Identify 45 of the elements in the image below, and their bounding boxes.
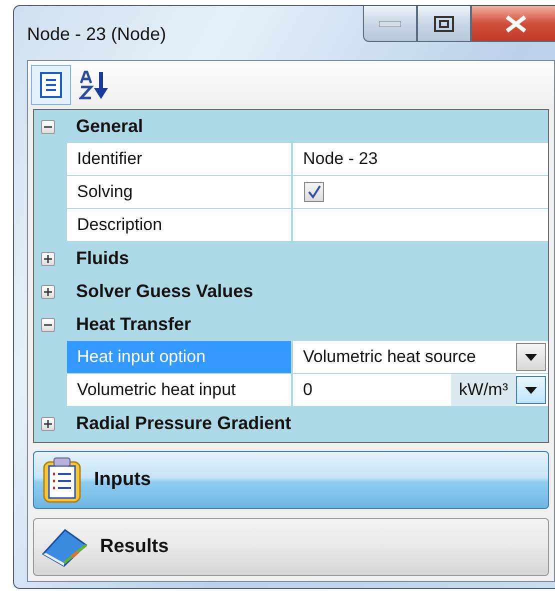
category-heading: Solver Guess Values bbox=[76, 281, 254, 302]
category-heading: Radial Pressure Gradient bbox=[76, 413, 292, 434]
value-cell[interactable] bbox=[293, 176, 548, 208]
unit-dropdown-button[interactable] bbox=[516, 376, 546, 404]
minimize-button[interactable] bbox=[363, 6, 417, 42]
collapse-toggle[interactable] bbox=[41, 120, 55, 134]
plus-icon bbox=[44, 420, 52, 428]
expand-toggle[interactable] bbox=[41, 416, 55, 430]
window-title: Node - 23 (Node) bbox=[27, 24, 168, 45]
toolbar-button[interactable] bbox=[31, 65, 71, 105]
caret-icon bbox=[525, 354, 537, 360]
categorized-list-icon bbox=[40, 72, 62, 98]
close-icon bbox=[504, 14, 528, 32]
sort-ascending-icon bbox=[79, 70, 111, 100]
book-icon bbox=[42, 527, 88, 567]
category-heading: General bbox=[76, 116, 144, 137]
property-label[interactable]: Description bbox=[67, 209, 293, 241]
category-heading: Fluids bbox=[76, 248, 129, 269]
dropdown-value: Volumetric heat source bbox=[302, 347, 477, 367]
unit-label: kW/m³ bbox=[450, 374, 516, 406]
property-value: Node - 23 bbox=[302, 149, 379, 169]
property-label[interactable]: Solving bbox=[67, 176, 293, 208]
property-label[interactable]: Identifier bbox=[67, 143, 293, 175]
value-cell[interactable]: Node - 23 bbox=[293, 143, 548, 175]
expand-toggle[interactable] bbox=[41, 252, 55, 266]
maximize-icon bbox=[434, 16, 454, 32]
property-value: 0 bbox=[302, 380, 314, 400]
value-cell[interactable]: Volumetric heat source bbox=[293, 341, 548, 373]
maximize-button[interactable] bbox=[417, 6, 471, 42]
value-cell[interactable] bbox=[293, 209, 548, 241]
plus-icon bbox=[44, 254, 52, 262]
navigation-button[interactable]: Inputs bbox=[33, 451, 549, 509]
property-label[interactable]: Volumetric heat input bbox=[67, 374, 293, 406]
category-heading: Heat Transfer bbox=[76, 314, 192, 335]
clipboard-icon bbox=[42, 457, 82, 503]
checkbox[interactable] bbox=[304, 182, 324, 202]
expand-toggle[interactable] bbox=[41, 284, 55, 298]
value-cell[interactable]: 0 kW/m³ bbox=[293, 374, 548, 406]
navigation-button[interactable]: Results bbox=[33, 518, 549, 576]
caret-icon bbox=[525, 386, 537, 394]
dropdown-button[interactable] bbox=[516, 343, 546, 371]
collapse-toggle[interactable] bbox=[41, 318, 55, 332]
close-button[interactable] bbox=[471, 6, 555, 42]
plus-icon bbox=[44, 288, 52, 296]
minimize-icon bbox=[379, 20, 401, 26]
